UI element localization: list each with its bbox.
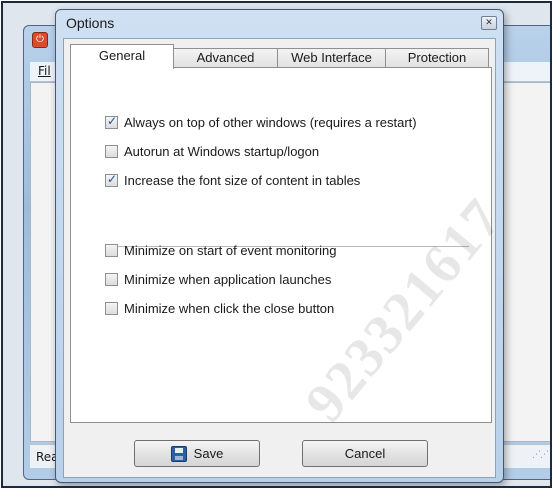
app-icon[interactable]: ⏻ — [32, 32, 48, 48]
save-button-label: Save — [193, 446, 224, 461]
cancel-button-label: Cancel — [344, 446, 386, 461]
option-autorun[interactable]: Autorun at Windows startup/logon — [105, 143, 319, 159]
checkbox-unchecked-icon[interactable] — [105, 301, 118, 315]
option-minimize-on-close[interactable]: Minimize when click the close button — [105, 300, 334, 316]
options-dialog: Options ✕ General Advanced Web Interface… — [55, 9, 504, 483]
checkbox-unchecked-icon[interactable] — [105, 144, 118, 158]
option-label: Minimize when click the close button — [124, 300, 335, 316]
option-minimize-on-monitoring[interactable]: Minimize on start of event monitoring — [105, 242, 336, 258]
save-button[interactable]: Save — [134, 440, 260, 467]
checkbox-checked-icon[interactable] — [105, 172, 118, 187]
option-label: Minimize on start of event monitoring — [124, 242, 337, 258]
tab-protection[interactable]: Protection — [385, 48, 489, 68]
option-increase-font-size[interactable]: Increase the font size of content in tab… — [105, 172, 360, 188]
menu-file-fragment[interactable]: Fil — [38, 64, 51, 78]
tab-strip: General Advanced Web Interface Protectio… — [70, 44, 490, 69]
option-label: Always on top of other windows (requires… — [124, 114, 417, 130]
checkbox-unchecked-icon[interactable] — [105, 272, 118, 286]
resize-grip-icon[interactable]: ⋰⋰ — [532, 450, 549, 460]
tab-advanced[interactable]: Advanced — [173, 48, 278, 68]
tab-web-interface[interactable]: Web Interface — [277, 48, 386, 68]
general-tab-panel: Always on top of other windows (requires… — [70, 67, 492, 423]
checkbox-checked-icon[interactable] — [105, 114, 118, 129]
option-always-on-top[interactable]: Always on top of other windows (requires… — [105, 114, 417, 130]
close-icon[interactable]: ✕ — [481, 16, 497, 30]
option-minimize-on-launch[interactable]: Minimize when application launches — [105, 271, 331, 287]
option-label: Minimize when application launches — [124, 271, 332, 287]
dialog-body: General Advanced Web Interface Protectio… — [63, 38, 496, 478]
dialog-title: Options — [66, 15, 115, 31]
save-disk-icon — [170, 445, 187, 462]
screenshot-frame: ⏻ Fil Rea ⋰⋰ Options ✕ General Advanced … — [1, 1, 552, 488]
option-label: Increase the font size of content in tab… — [124, 172, 361, 188]
option-label: Autorun at Windows startup/logon — [124, 143, 320, 159]
cancel-button[interactable]: Cancel — [302, 440, 428, 467]
tab-general[interactable]: General — [70, 44, 174, 69]
checkbox-unchecked-icon[interactable] — [105, 243, 118, 257]
